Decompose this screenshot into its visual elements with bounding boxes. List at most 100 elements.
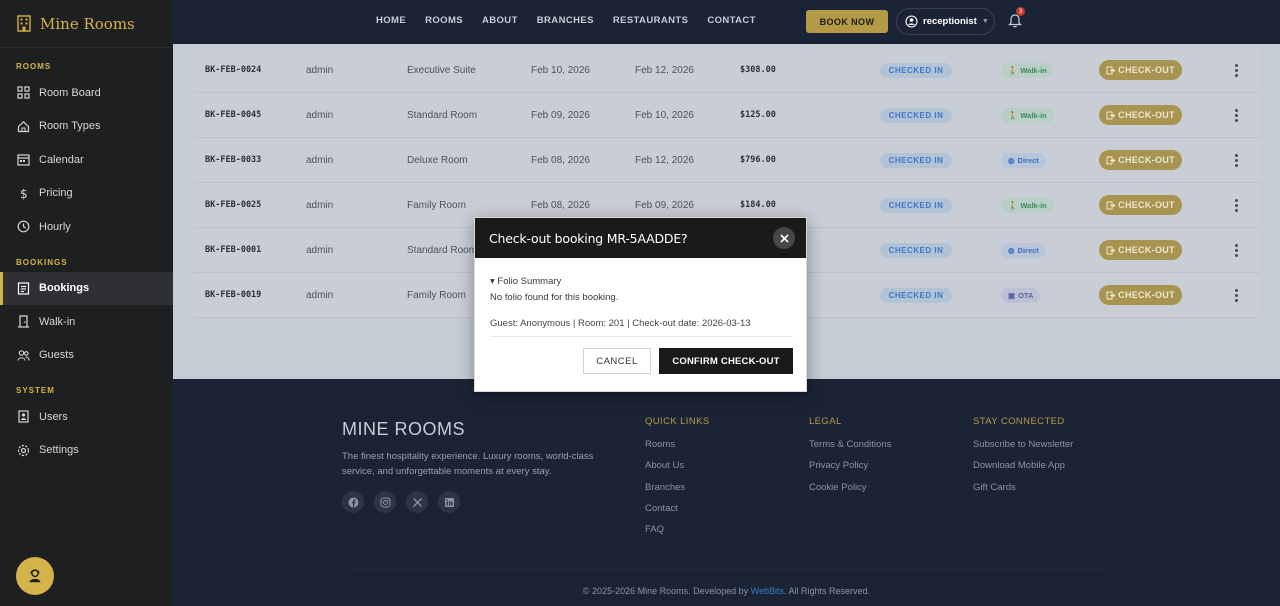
source-badge: 🚶 Walk-in bbox=[1001, 63, 1054, 78]
nav-link-home[interactable]: HOME bbox=[376, 15, 406, 26]
sidebar-item-calendar[interactable]: Calendar bbox=[0, 143, 173, 177]
more-actions-icon[interactable] bbox=[1230, 243, 1242, 258]
check-out-button[interactable]: CHECK-OUT bbox=[1099, 150, 1182, 170]
check-out-button[interactable]: CHECK-OUT bbox=[1099, 60, 1182, 80]
check-out-button[interactable]: CHECK-OUT bbox=[1099, 240, 1182, 260]
nav-link-about[interactable]: ABOUT bbox=[482, 15, 518, 26]
checkout-icon bbox=[1106, 246, 1116, 254]
room-type: Standard Room bbox=[407, 110, 478, 121]
footer-link[interactable]: Privacy Policy bbox=[809, 460, 891, 481]
booking-code: BK-FEB-0025 bbox=[205, 200, 262, 210]
x-link[interactable] bbox=[406, 491, 428, 513]
nav-link-contact[interactable]: CONTACT bbox=[707, 15, 756, 26]
developer-link[interactable]: WebBits bbox=[751, 586, 784, 596]
footer-link[interactable]: FAQ bbox=[645, 524, 710, 545]
dialog-divider bbox=[490, 336, 793, 337]
footer-link[interactable]: Cookie Policy bbox=[809, 482, 891, 503]
check-out-date: Feb 12, 2026 bbox=[635, 65, 694, 76]
instagram-link[interactable] bbox=[374, 491, 396, 513]
ota-icon: ▣ bbox=[1008, 291, 1016, 300]
check-in-date: Feb 10, 2026 bbox=[531, 65, 590, 76]
table-row[interactable]: BK-FEB-0045 admin Standard Room Feb 09, 202… bbox=[194, 93, 1260, 138]
sidebar-item-label: Walk-in bbox=[39, 315, 76, 328]
sidebar-item-room-types[interactable]: Room Types bbox=[0, 110, 173, 144]
booking-amount: $796.00 bbox=[740, 155, 776, 165]
more-actions-icon[interactable] bbox=[1230, 153, 1242, 168]
calendar-icon bbox=[17, 154, 30, 166]
check-in-date: Feb 09, 2026 bbox=[531, 110, 590, 121]
copyright-prefix: © 2025-2026 Mine Rooms. Developed by bbox=[582, 586, 751, 596]
footer-link[interactable]: Subscribe to Newsletter bbox=[973, 439, 1073, 460]
booking-code: BK-FEB-0001 bbox=[205, 245, 262, 255]
booked-by: admin bbox=[306, 245, 334, 256]
sidebar-item-hourly[interactable]: Hourly bbox=[0, 210, 173, 244]
status-badge: CHECKED IN bbox=[880, 243, 952, 258]
booked-by: admin bbox=[306, 65, 334, 76]
check-out-label: CHECK-OUT bbox=[1118, 65, 1175, 75]
room-type: Family Room bbox=[407, 200, 466, 211]
source-label: Direct bbox=[1017, 246, 1039, 255]
room-type: Executive Suite bbox=[407, 65, 476, 76]
more-actions-icon[interactable] bbox=[1230, 288, 1242, 303]
more-actions-icon[interactable] bbox=[1230, 198, 1242, 213]
status-badge: CHECKED IN bbox=[880, 288, 952, 303]
booking-code: BK-FEB-0024 bbox=[205, 65, 262, 75]
instagram-icon bbox=[379, 496, 391, 508]
sidebar-item-users[interactable]: Users bbox=[0, 400, 173, 434]
sidebar-item-room-board[interactable]: Room Board bbox=[0, 76, 173, 110]
linkedin-link[interactable] bbox=[438, 491, 460, 513]
source-badge: ▣ OTA bbox=[1001, 288, 1041, 303]
facebook-icon bbox=[348, 497, 358, 507]
source-badge: 🚶 Walk-in bbox=[1001, 108, 1054, 123]
footer-link[interactable]: Rooms bbox=[645, 439, 710, 460]
home-icon bbox=[17, 120, 30, 132]
sidebar-item-guests[interactable]: Guests bbox=[0, 339, 173, 373]
table-row[interactable]: BK-FEB-0033 admin Deluxe Room Feb 08, 2026 F… bbox=[194, 138, 1260, 183]
sidebar-item-settings[interactable]: Settings bbox=[0, 434, 173, 468]
book-now-button[interactable]: BOOK NOW bbox=[806, 10, 888, 33]
status-badge: CHECKED IN bbox=[880, 108, 952, 123]
footer-link[interactable]: Terms & Conditions bbox=[809, 439, 891, 460]
more-actions-icon[interactable] bbox=[1230, 63, 1242, 78]
footer-column-legal: LEGAL Terms & Conditions Privacy Policy … bbox=[809, 416, 891, 503]
footer-link[interactable]: Download Mobile App bbox=[973, 460, 1073, 481]
user-menu-button[interactable]: receptionist ▼ bbox=[896, 8, 995, 35]
confirm-checkout-button[interactable]: CONFIRM CHECK-OUT bbox=[659, 348, 793, 374]
footer-link[interactable]: About Us bbox=[645, 460, 710, 481]
booking-code: BK-FEB-0033 bbox=[205, 155, 262, 165]
support-avatar-button[interactable] bbox=[16, 557, 54, 595]
nav-link-rooms[interactable]: ROOMS bbox=[425, 15, 463, 26]
footer: MINE ROOMS The finest hospitality experi… bbox=[173, 379, 1280, 606]
source-label: Walk-in bbox=[1020, 201, 1047, 210]
footer-link[interactable]: Gift Cards bbox=[973, 482, 1073, 503]
folio-summary-toggle[interactable]: ▾ Folio Summary bbox=[490, 276, 561, 287]
sidebar-item-label: Calendar bbox=[39, 153, 84, 166]
checkout-icon bbox=[1106, 111, 1116, 119]
brand[interactable]: Mine Rooms bbox=[0, 0, 173, 48]
facebook-link[interactable] bbox=[342, 491, 364, 513]
check-out-button[interactable]: CHECK-OUT bbox=[1099, 285, 1182, 305]
booking-amount: $125.00 bbox=[740, 110, 776, 120]
booked-by: admin bbox=[306, 155, 334, 166]
check-out-button[interactable]: CHECK-OUT bbox=[1099, 195, 1182, 215]
cancel-button[interactable]: CANCEL bbox=[583, 348, 651, 374]
brand-name: Mine Rooms bbox=[40, 14, 135, 33]
more-actions-icon[interactable] bbox=[1230, 108, 1242, 123]
user-name: receptionist bbox=[923, 16, 977, 27]
footer-link[interactable]: Branches bbox=[645, 482, 710, 503]
sidebar-item-label: Settings bbox=[39, 444, 79, 457]
sidebar-item-walk-in[interactable]: Walk-in bbox=[0, 305, 173, 339]
nav-link-branches[interactable]: BRANCHES bbox=[537, 15, 594, 26]
table-row[interactable]: BK-FEB-0024 admin Executive Suite Feb 10, 2… bbox=[194, 48, 1260, 93]
footer-link[interactable]: Contact bbox=[645, 503, 710, 524]
status-badge: CHECKED IN bbox=[880, 63, 952, 78]
sidebar-item-pricing[interactable]: $ Pricing bbox=[0, 177, 173, 211]
check-out-button[interactable]: CHECK-OUT bbox=[1099, 105, 1182, 125]
nav-link-restaurants[interactable]: RESTAURANTS bbox=[613, 15, 688, 26]
check-out-label: CHECK-OUT bbox=[1118, 110, 1175, 120]
close-button[interactable] bbox=[773, 227, 795, 249]
walk-icon: 🚶 bbox=[1008, 111, 1018, 120]
checkout-icon bbox=[1106, 291, 1116, 299]
footer-column-title: STAY CONNECTED bbox=[973, 416, 1065, 427]
sidebar-item-bookings[interactable]: Bookings bbox=[0, 271, 173, 305]
